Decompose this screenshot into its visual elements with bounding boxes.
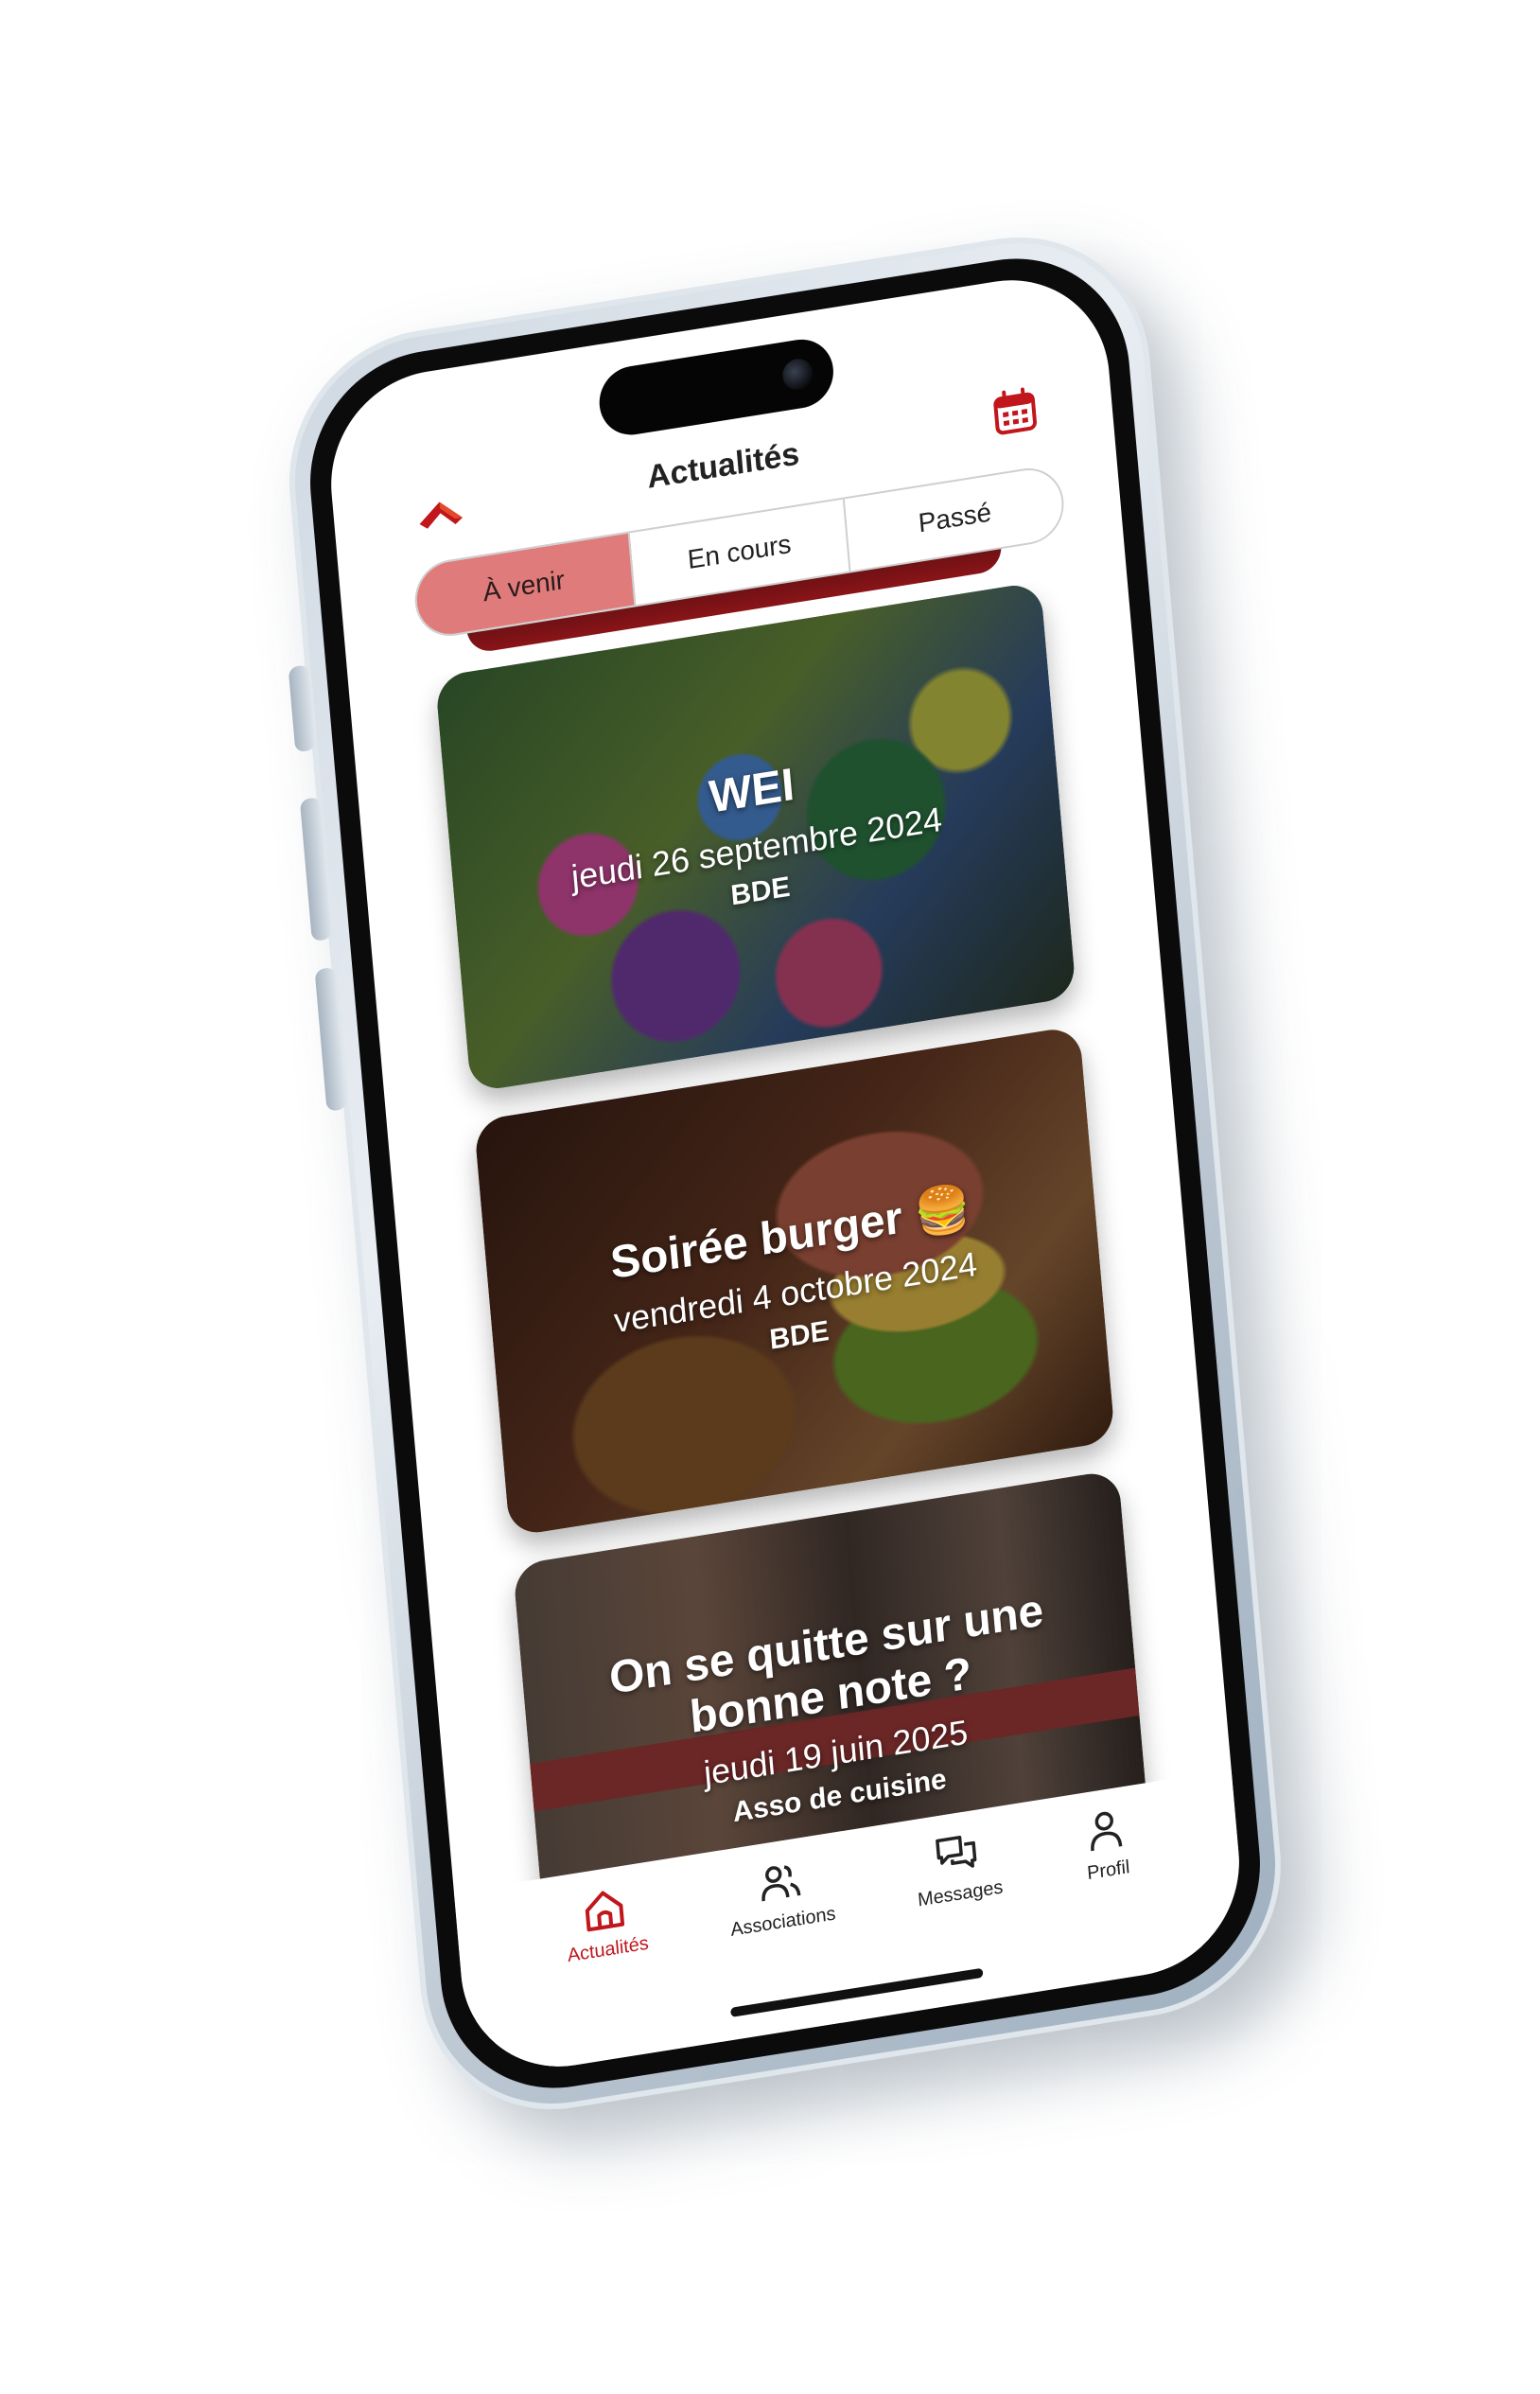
tab-label: Messages [917,1876,1005,1911]
calendar-icon[interactable] [989,384,1041,439]
event-card[interactable]: Soirée burger 🍔 vendredi 4 octobre 2024 … [473,1025,1116,1538]
tab-profil[interactable]: Profil [1079,1804,1141,1983]
front-camera [781,357,814,393]
user-icon [1091,1811,1123,1852]
stage: Actualités À venir En cours Passé WEI je… [0,0,1540,2394]
tab-label: Profil [1086,1857,1131,1885]
filter-past-tab[interactable]: Passé [845,466,1064,572]
home-icon [586,1891,625,1932]
users-icon [761,1865,801,1902]
tab-label: Associations [729,1903,837,1941]
chat-icon [936,1835,977,1868]
tab-label: Actualités [566,1932,650,1967]
phone-screen: Actualités À venir En cours Passé WEI je… [322,265,1249,2082]
events-feed: WEI jeudi 26 septembre 2024 BDE Soirée b… [349,568,1232,1893]
event-card[interactable]: WEI jeudi 26 septembre 2024 BDE [434,581,1077,1093]
tab-actualites[interactable]: Actualités [562,1880,658,2065]
phone-mockup: Actualités À venir En cours Passé WEI je… [277,217,1293,2130]
